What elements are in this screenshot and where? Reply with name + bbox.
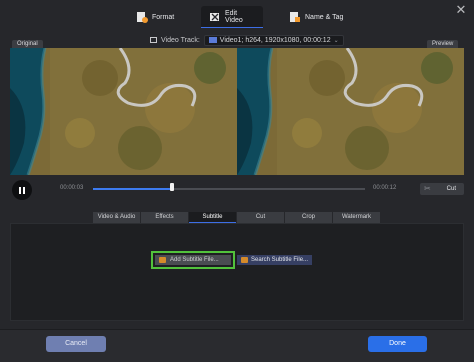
tab-video-audio[interactable]: Video & Audio bbox=[93, 212, 140, 223]
add-subtitle-button[interactable]: Add Subtitle File... bbox=[155, 255, 231, 265]
subtitle-file-icon bbox=[159, 257, 166, 263]
tab-name-tag[interactable]: Name & Tag bbox=[289, 6, 343, 28]
edit-video-icon bbox=[209, 11, 221, 23]
tab-format-label: Format bbox=[152, 13, 175, 21]
done-button[interactable]: Done bbox=[368, 336, 427, 352]
timeline-handle[interactable] bbox=[169, 183, 174, 191]
tab-format[interactable]: Format bbox=[136, 6, 174, 28]
chevron-down-icon: ⌄ bbox=[333, 37, 339, 44]
pause-icon bbox=[19, 186, 21, 194]
current-time: 00:00:03 bbox=[60, 185, 84, 191]
tab-name-tag-label: Name & Tag bbox=[305, 13, 344, 21]
video-track-icon bbox=[150, 37, 157, 43]
tab-cut[interactable]: Cut bbox=[237, 212, 284, 223]
film-icon bbox=[208, 37, 217, 43]
subtitle-search-icon bbox=[241, 257, 248, 263]
cut-button-label: Cut bbox=[446, 186, 456, 192]
subtitle-panel bbox=[10, 223, 464, 321]
video-track-row: Video Track: Video1; h264, 1920x1080, 00… bbox=[150, 34, 344, 46]
add-subtitle-label: Add Subtitle File... bbox=[170, 257, 219, 263]
video-track-value: Video1; h264, 1920x1080, 00:00:12 bbox=[219, 36, 331, 44]
search-subtitle-label: Search Subtitle File... bbox=[251, 257, 309, 263]
tab-edit-video-label: Edit Video bbox=[225, 10, 243, 24]
add-subtitle-highlight: Add Subtitle File... bbox=[151, 251, 235, 269]
video-track-select[interactable]: Video1; h264, 1920x1080, 00:00:12 ⌄ bbox=[203, 34, 344, 46]
edit-tabs: Video & Audio Effects Subtitle Cut Crop … bbox=[93, 212, 380, 223]
tab-subtitle[interactable]: Subtitle bbox=[189, 212, 236, 223]
preview-video bbox=[237, 48, 464, 175]
cut-button[interactable]: ✂ Cut bbox=[420, 183, 464, 195]
format-icon bbox=[136, 11, 148, 23]
timeline-progress bbox=[93, 188, 172, 190]
pause-button[interactable] bbox=[12, 180, 32, 200]
tab-effects[interactable]: Effects bbox=[141, 212, 188, 223]
active-tab-underline bbox=[201, 27, 263, 28]
end-time: 00:00:12 bbox=[373, 185, 397, 191]
cancel-button[interactable]: Cancel bbox=[46, 336, 106, 352]
scissors-icon: ✂ bbox=[424, 184, 431, 193]
close-icon[interactable]: ✕ bbox=[453, 2, 469, 18]
video-track-label: Video Track: bbox=[161, 36, 200, 44]
tab-watermark[interactable]: Watermark bbox=[333, 212, 380, 223]
name-tag-icon bbox=[289, 11, 301, 23]
tab-edit-video[interactable]: Edit Video bbox=[201, 6, 263, 28]
original-video bbox=[10, 48, 237, 175]
search-subtitle-button[interactable]: Search Subtitle File... bbox=[237, 255, 313, 265]
tab-crop[interactable]: Crop bbox=[285, 212, 332, 223]
